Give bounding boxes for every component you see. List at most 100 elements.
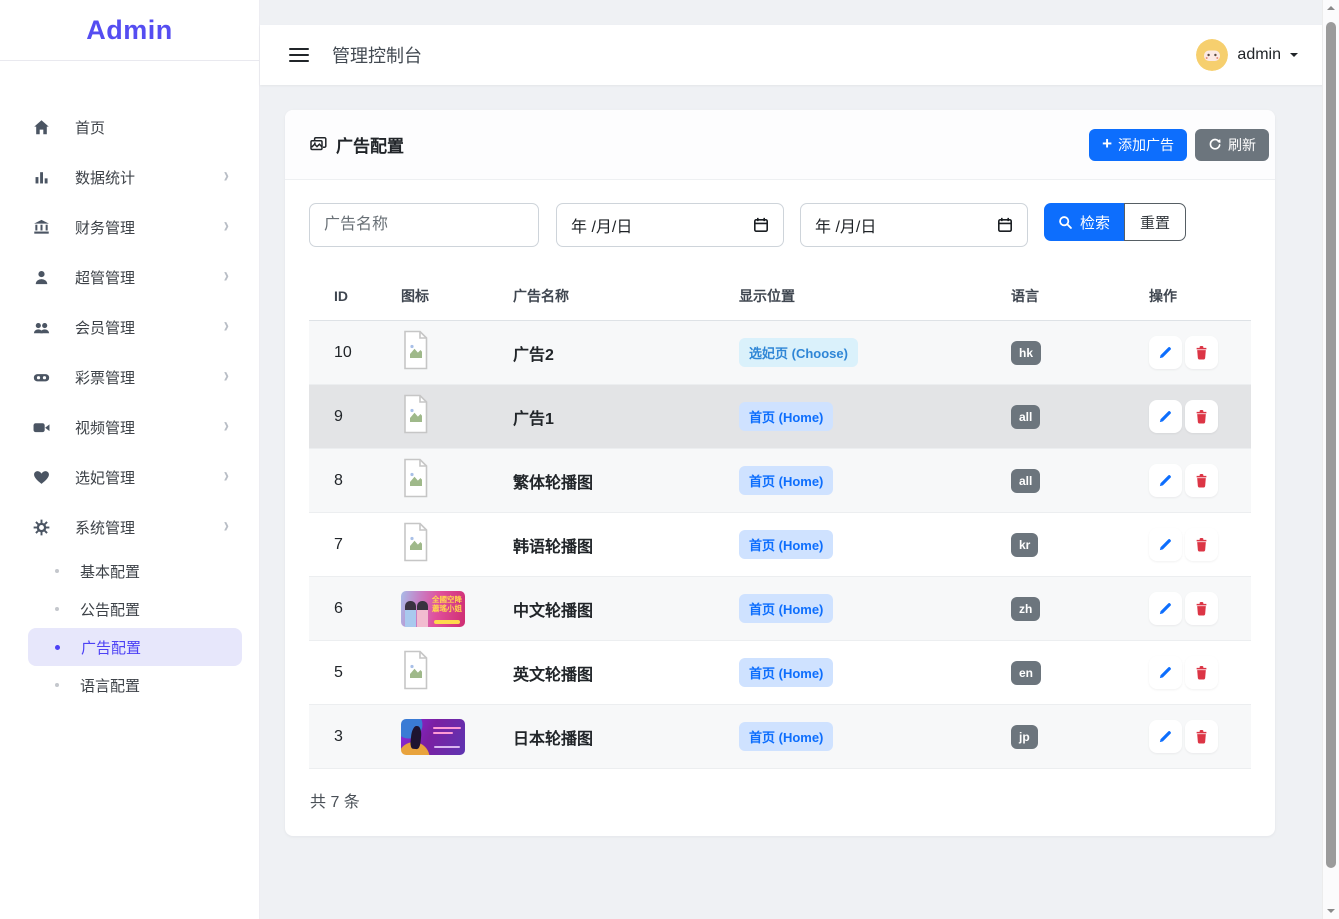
bullet-icon xyxy=(55,645,60,650)
column-header: 显示位置 xyxy=(739,286,1011,306)
trash-icon xyxy=(1194,473,1209,488)
ad-name: 繁体轮播图 xyxy=(513,469,739,493)
column-header: 图标 xyxy=(401,286,513,306)
column-header: ID xyxy=(309,288,401,304)
delete-button[interactable] xyxy=(1185,528,1218,561)
table-row: 7 韩语轮播图 首页 (Home) kr xyxy=(309,513,1251,577)
sidebar-subitem-basic-config[interactable]: 基本配置 xyxy=(28,552,242,590)
edit-button[interactable] xyxy=(1149,720,1182,753)
delete-button[interactable] xyxy=(1185,400,1218,433)
sidebar-item-label: 视频管理 xyxy=(75,417,224,438)
gamepad-icon xyxy=(33,369,50,386)
delete-button[interactable] xyxy=(1185,592,1218,625)
ad-thumbnail-image: 全國空降 蕭瑤小姐 xyxy=(401,591,465,627)
delete-button[interactable] xyxy=(1185,464,1218,497)
trash-icon xyxy=(1194,345,1209,360)
end-date-input[interactable]: 年 /月/日 xyxy=(800,203,1028,247)
sidebar-item-video[interactable]: 视频管理 › xyxy=(0,402,259,452)
edit-button[interactable] xyxy=(1149,400,1182,433)
position-badge: 选妃页 (Choose) xyxy=(739,338,858,367)
sidebar-subitem-notice-config[interactable]: 公告配置 xyxy=(28,590,242,628)
edit-button[interactable] xyxy=(1149,464,1182,497)
ad-name: 韩语轮播图 xyxy=(513,533,739,557)
images-icon xyxy=(310,136,327,153)
sidebar: Admin 首页 数据统计 › 财务管理 › xyxy=(0,0,260,919)
language-badge: en xyxy=(1011,661,1041,685)
ad-name-input[interactable] xyxy=(309,203,539,247)
ad-name: 中文轮播图 xyxy=(513,597,739,621)
edit-button[interactable] xyxy=(1149,336,1182,369)
table-total-count: 共 7 条 xyxy=(285,769,1275,836)
table-row: 3 日本轮播图 首页 (Home) jp xyxy=(309,705,1251,769)
bank-icon xyxy=(33,219,50,236)
search-button[interactable]: 检索 xyxy=(1044,203,1124,241)
chevron-right-icon: › xyxy=(224,515,229,538)
ad-id: 7 xyxy=(309,536,401,554)
scroll-down-arrow[interactable] xyxy=(1327,909,1335,913)
ad-id: 10 xyxy=(309,344,401,362)
sidebar-item-statistics[interactable]: 数据统计 › xyxy=(0,152,259,202)
sidebar-item-finance[interactable]: 财务管理 › xyxy=(0,202,259,252)
pencil-icon xyxy=(1158,601,1173,616)
user-menu[interactable]: admin xyxy=(1196,39,1298,71)
add-ad-button[interactable]: + 添加广告 xyxy=(1089,129,1187,161)
broken-image-icon xyxy=(401,458,431,498)
chevron-right-icon: › xyxy=(224,315,229,338)
delete-button[interactable] xyxy=(1185,336,1218,369)
sidebar-item-concubine[interactable]: 选妃管理 › xyxy=(0,452,259,502)
trash-icon xyxy=(1194,729,1209,744)
sidebar-item-system[interactable]: 系统管理 › xyxy=(0,502,259,552)
bar-chart-icon xyxy=(33,169,50,186)
delete-button[interactable] xyxy=(1185,720,1218,753)
sidebar-item-label: 选妃管理 xyxy=(75,467,224,488)
position-badge: 首页 (Home) xyxy=(739,466,833,495)
refresh-button[interactable]: 刷新 xyxy=(1195,129,1269,161)
position-badge: 首页 (Home) xyxy=(739,594,833,623)
chevron-right-icon: › xyxy=(224,465,229,488)
column-header: 操作 xyxy=(1149,286,1251,306)
ad-id: 8 xyxy=(309,472,401,490)
language-badge: all xyxy=(1011,405,1040,429)
bullet-icon xyxy=(55,607,59,611)
sidebar-subitem-language-config[interactable]: 语言配置 xyxy=(28,666,242,704)
table-row: 10 广告2 选妃页 (Choose) hk xyxy=(309,321,1251,385)
pencil-icon xyxy=(1158,537,1173,552)
sidebar-item-superadmin[interactable]: 超管管理 › xyxy=(0,252,259,302)
sidebar-subitem-ad-config[interactable]: 广告配置 xyxy=(28,628,242,666)
pencil-icon xyxy=(1158,409,1173,424)
refresh-icon xyxy=(1208,138,1222,152)
pencil-icon xyxy=(1158,473,1173,488)
users-icon xyxy=(33,319,50,336)
edit-button[interactable] xyxy=(1149,656,1182,689)
calendar-icon[interactable] xyxy=(753,217,769,233)
scroll-up-arrow[interactable] xyxy=(1327,6,1335,10)
start-date-input[interactable]: 年 /月/日 xyxy=(556,203,784,247)
sidebar-item-lottery[interactable]: 彩票管理 › xyxy=(0,352,259,402)
header-buttons: + 添加广告 刷新 xyxy=(1089,129,1269,161)
position-badge: 首页 (Home) xyxy=(739,722,833,751)
sidebar-item-home[interactable]: 首页 xyxy=(0,102,259,152)
ad-id: 3 xyxy=(309,728,401,746)
gear-icon xyxy=(33,519,50,536)
broken-image-icon xyxy=(401,650,431,690)
calendar-icon[interactable] xyxy=(997,217,1013,233)
ads-table: ID 图标 广告名称 显示位置 语言 操作 10 xyxy=(309,271,1251,769)
edit-button[interactable] xyxy=(1149,528,1182,561)
edit-button[interactable] xyxy=(1149,592,1182,625)
chevron-right-icon: › xyxy=(224,265,229,288)
sidebar-item-label: 数据统计 xyxy=(75,167,224,188)
pencil-icon xyxy=(1158,665,1173,680)
page-title: 管理控制台 xyxy=(332,42,422,68)
pencil-icon xyxy=(1158,345,1173,360)
ad-thumbnail-image xyxy=(401,719,465,755)
sidebar-item-label: 系统管理 xyxy=(75,517,224,538)
trash-icon xyxy=(1194,537,1209,552)
delete-button[interactable] xyxy=(1185,656,1218,689)
broken-image-icon xyxy=(401,394,431,434)
ad-name: 英文轮播图 xyxy=(513,661,739,685)
reset-button[interactable]: 重置 xyxy=(1124,203,1186,241)
hamburger-menu-icon[interactable] xyxy=(289,48,309,63)
vertical-scrollbar[interactable] xyxy=(1322,0,1339,919)
sidebar-item-members[interactable]: 会员管理 › xyxy=(0,302,259,352)
scrollbar-thumb[interactable] xyxy=(1326,22,1336,868)
